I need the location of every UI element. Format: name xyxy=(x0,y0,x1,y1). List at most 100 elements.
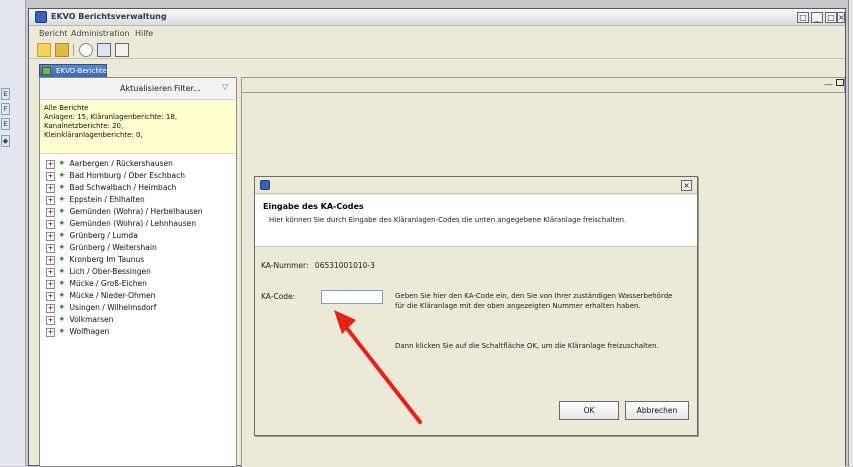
background-tab: ◆ xyxy=(1,135,10,147)
tree-item-label: Grünberg / Weitershain xyxy=(69,243,157,252)
tree-item-label: Lich / Ober-Bessingen xyxy=(69,267,151,276)
expand-icon[interactable]: + xyxy=(46,327,55,337)
background-tab: E xyxy=(1,88,10,100)
tab-label: EKVO-Berichte xyxy=(56,67,107,75)
expand-icon[interactable]: + xyxy=(46,219,55,229)
tree-item-label: Bad Homburg / Ober Eschbach xyxy=(69,171,185,180)
preview-icon[interactable] xyxy=(97,43,111,57)
filter-button[interactable]: Filter... xyxy=(174,84,201,93)
refresh-icon[interactable] xyxy=(79,43,93,57)
close-icon[interactable]: × xyxy=(681,180,692,191)
background-tab: E xyxy=(1,118,10,130)
expand-icon[interactable]: + xyxy=(46,279,55,289)
view-menu-icon[interactable]: ▽ xyxy=(222,82,228,91)
expand-icon[interactable]: + xyxy=(46,183,55,193)
open-report-icon[interactable] xyxy=(55,43,69,57)
menu-bericht[interactable]: Bericht xyxy=(39,29,68,38)
node-icon: ✦ xyxy=(58,183,66,193)
menu-hilfe[interactable]: Hilfe xyxy=(135,29,153,38)
node-icon: ✦ xyxy=(58,315,66,325)
tree-item[interactable]: + ✦ Lich / Ober-Bessingen xyxy=(46,266,151,278)
tree-item[interactable]: + ✦ Eppstein / Ehlhalten xyxy=(46,194,145,206)
node-icon: ✦ xyxy=(58,159,66,169)
red-arrow-annotation xyxy=(334,310,422,424)
tree-item[interactable]: + ✦ Wolfhagen xyxy=(46,326,109,338)
background-window: E F E ◆ xyxy=(0,0,26,466)
node-icon: ✦ xyxy=(58,303,66,313)
expand-icon[interactable]: + xyxy=(46,315,55,325)
maximize-button[interactable]: □ xyxy=(825,12,837,23)
expand-icon[interactable]: + xyxy=(46,171,55,181)
minimize-icon[interactable]: — xyxy=(824,80,833,90)
title-bar[interactable]: EKVO Berichtsverwaltung □ _ □ × xyxy=(29,9,845,26)
menu-bar: Bericht Administration Hilfe xyxy=(29,27,845,41)
close-button[interactable]: × xyxy=(837,12,845,23)
reports-view: Aktualisieren Filter... ▽ Alle Berichte … xyxy=(39,77,237,467)
dialog-title-bar[interactable]: × xyxy=(255,177,697,194)
tree-item[interactable]: + ✦ Bad Schwalbach / Heimbach xyxy=(46,182,176,194)
tree-item[interactable]: + ✦ Gemünden (Wohra) / Herbelhausen xyxy=(46,206,203,218)
tree-item[interactable]: + ✦ Volkmarsen xyxy=(46,314,113,326)
tree-item-label: Bad Schwalbach / Heimbach xyxy=(69,183,177,192)
node-icon: ✦ xyxy=(58,267,66,277)
tree-item[interactable]: + ✦ Mücke / Groß-Eichen xyxy=(46,278,147,290)
expand-icon[interactable]: + xyxy=(46,267,55,277)
tree-item-label: Gemünden (Wohra) / Herbelhausen xyxy=(69,207,203,216)
tree-item[interactable]: + ✦ Kronberg Im Taunus xyxy=(46,254,144,266)
reports-icon xyxy=(42,67,51,75)
tree-item-label: Mücke / Groß-Eichen xyxy=(69,279,147,288)
summary-line: Anlagen: 15, Kläranlagenberichte: 18, xyxy=(44,113,178,121)
restore-button[interactable]: □ xyxy=(797,12,809,23)
view-header: Aktualisieren Filter... ▽ xyxy=(40,78,236,100)
refresh-button[interactable]: Aktualisieren xyxy=(120,84,172,93)
minimize-button[interactable]: _ xyxy=(811,12,823,23)
tree-item[interactable]: + ✦ Mücke / Nieder-Ohmen xyxy=(46,290,155,302)
dialog-description: Hier können Sie durch Eingabe des Kläran… xyxy=(269,216,627,224)
expand-icon[interactable]: + xyxy=(46,231,55,241)
ok-button[interactable]: OK xyxy=(559,401,619,420)
tree-item-label: Aarbergen / Rückershausen xyxy=(69,159,173,168)
summary-line: Kleinkläranlagenberichte: 0, xyxy=(44,131,143,139)
expand-icon[interactable]: + xyxy=(46,195,55,205)
print-icon[interactable] xyxy=(115,43,129,57)
toolbar-separator xyxy=(73,44,74,56)
node-icon: ✦ xyxy=(58,327,66,337)
tree-item[interactable]: + ✦ Aarbergen / Rückershausen xyxy=(46,158,173,170)
tree-item-label: Gemünden (Wohra) / Lehnhausen xyxy=(69,219,196,228)
expand-icon[interactable]: + xyxy=(46,207,55,217)
tree-item[interactable]: + ✦ Grünberg / Weitershain xyxy=(46,242,157,254)
maximize-icon[interactable] xyxy=(836,79,844,86)
expand-icon[interactable]: + xyxy=(46,255,55,265)
new-report-icon[interactable] xyxy=(37,43,51,57)
tree-item-label: Wolfhagen xyxy=(69,327,110,336)
expand-icon[interactable]: + xyxy=(46,303,55,313)
tree-item[interactable]: + ✦ Bad Homburg / Ober Eschbach xyxy=(46,170,185,182)
menu-administration[interactable]: Administration xyxy=(71,29,130,38)
node-icon: ✦ xyxy=(58,243,66,253)
background-window-edge xyxy=(848,0,853,466)
tree-item[interactable]: + ✦ Gemünden (Wohra) / Lehnhausen xyxy=(46,218,196,230)
ka-nummer-label: KA-Nummer: xyxy=(261,261,309,270)
tree-item[interactable]: + ✦ Grünberg / Lumda xyxy=(46,230,138,242)
window-title: EKVO Berichtsverwaltung xyxy=(51,12,167,21)
ka-code-hint: Geben Sie hier den KA-Code ein, den Sie … xyxy=(395,292,673,310)
node-icon: ✦ xyxy=(58,195,66,205)
ka-nummer-row: KA-Nummer: 06531001010-3 xyxy=(261,261,375,270)
editor-header: — xyxy=(241,77,845,93)
node-icon: ✦ xyxy=(58,219,66,229)
node-icon: ✦ xyxy=(58,279,66,289)
app-icon xyxy=(260,180,270,190)
tree-item-label: Kronberg Im Taunus xyxy=(69,255,145,264)
background-tab: F xyxy=(1,103,10,115)
expand-icon[interactable]: + xyxy=(46,159,55,169)
ka-code-label: KA-Code: xyxy=(261,292,296,301)
expand-icon[interactable]: + xyxy=(46,243,55,253)
tree-item-label: Mücke / Nieder-Ohmen xyxy=(69,291,156,300)
cancel-button[interactable]: Abbrechen xyxy=(625,401,689,420)
node-icon: ✦ xyxy=(58,207,66,217)
expand-icon[interactable]: + xyxy=(46,291,55,301)
tree-item[interactable]: + ✦ Usingen / Wilhelmsdorf xyxy=(46,302,156,314)
app-icon xyxy=(35,11,47,23)
summary-line: Alle Berichte xyxy=(44,104,89,112)
node-icon: ✦ xyxy=(58,171,66,181)
